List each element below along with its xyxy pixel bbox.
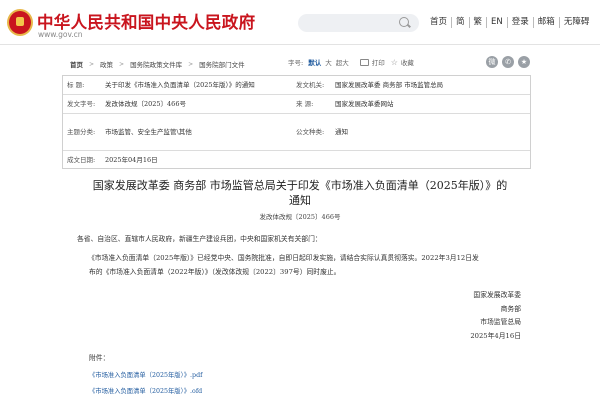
nav-home[interactable]: 首页 [426,17,453,28]
attachment-ofd-link[interactable]: 《市场准入负面清单（2025年版）》.ofd [89,386,202,395]
info-row: 成文日期: 2025年04月16日 [63,151,530,170]
national-emblem-logo[interactable] [7,9,33,36]
info-value: 关于印发《市场准入负面清单（2025年版）》的通知 [105,81,255,89]
info-value: 发改体改规〔2025〕466号 [105,99,186,108]
addressee: 各省、自治区、直辖市人民政府，新疆生产建设兵团，中央和国家机关有关部门： [77,235,322,243]
font-size-label: 字号: [288,59,304,67]
signer: 商务部 [500,304,521,313]
document-number: 发改体改规〔2025〕466号 [259,213,341,221]
document-info-table: 标 题: 关于印发《市场准入负面清单（2025年版）》的通知 发文机关: 国家发… [62,75,531,169]
site-url: www.gov.cn [38,30,83,39]
nav-english[interactable]: EN [487,17,508,28]
favorite-button[interactable]: 收藏 [401,57,414,67]
info-key: 主题分类: [67,127,96,136]
info-row: 主题分类: 市场监管、安全生产监管\其他 公文种类: 通知 [63,114,530,152]
print-icon[interactable] [359,58,369,66]
info-value: 国家发展改革委 商务部 市场监管总局 [335,81,444,89]
top-nav: 首页 简 繁 EN 登录 邮箱 无障碍 [426,17,593,28]
info-key: 发文字号: [67,99,96,108]
article-title: 国家发展改革委 商务部 市场监管总局关于印发《市场准入负面清单（2025年版）》… [60,178,540,208]
body-line: 《市场准入负面清单（2025年版）》已经党中央、国务院批准，自即日起印发实施，请… [88,254,479,262]
nav-accessibility[interactable]: 无障碍 [560,17,594,28]
page-tools: 字号: 默认 大 超大 打印 ☆ 收藏 [288,57,414,68]
info-key: 标 题: [67,81,85,89]
info-key: 来 源: [296,99,314,108]
breadcrumb-policy-library[interactable]: 国务院政策文件库 [130,59,182,69]
breadcrumb: 首页 > 政策 > 国务院政策文件库 > 国务院部门文件 [70,59,245,70]
info-value: 国家发展改革委网站 [335,99,394,108]
breadcrumb-home[interactable]: 首页 [70,59,83,69]
nav-mailbox[interactable]: 邮箱 [534,17,560,28]
signer: 国家发展改革委 [473,291,521,299]
nav-simplified[interactable]: 简 [452,17,470,28]
search-icon[interactable] [399,17,409,27]
info-value: 通知 [335,127,348,136]
weibo-icon[interactable]: 微 [486,56,498,68]
signature-block: 国家发展改革委 商务部 市场监管总局 2025年4月16日 [420,289,521,343]
font-size-xlarge[interactable]: 超大 [336,57,349,67]
nav-login[interactable]: 登录 [508,17,534,28]
breadcrumb-separator-icon: > [119,60,125,68]
breadcrumb-separator-icon: > [89,60,95,68]
signature-date: 2025年4月16日 [470,331,521,340]
breadcrumb-department-docs[interactable]: 国务院部门文件 [199,59,245,69]
nav-traditional[interactable]: 繁 [470,17,488,28]
signer: 市场监管总局 [480,318,521,326]
font-size-default[interactable]: 默认 [308,57,321,67]
wechat-icon[interactable]: ✆ [502,56,514,68]
breadcrumb-policy[interactable]: 政策 [100,59,113,69]
article-body: 《市场准入负面清单（2025年版）》已经党中央、国务院批准，自即日起印发实施，请… [88,251,514,279]
print-button[interactable]: 打印 [372,57,385,67]
share-icons: 微 ✆ ★ [486,56,534,68]
star-icon[interactable]: ☆ [391,58,398,67]
attachment-pdf-link[interactable]: 《市场准入负面清单（2025年版）》.pdf [89,370,202,379]
info-key: 公文种类: [296,127,325,136]
info-key: 发文机关: [296,81,325,89]
font-size-large[interactable]: 大 [325,57,332,67]
info-value: 市场监管、安全生产监管\其他 [105,127,192,136]
breadcrumb-separator-icon: > [188,60,194,68]
info-row: 发文字号: 发改体改规〔2025〕466号 来 源: 国家发展改革委网站 [63,95,530,114]
article-title-line: 通知 [289,194,311,207]
qzone-icon[interactable]: ★ [518,56,530,68]
header-divider [0,44,600,45]
attachments-label: 附件： [89,354,110,362]
article-title-line: 国家发展改革委 商务部 市场监管总局关于印发《市场准入负面清单（2025年版）》… [92,179,508,192]
info-value: 2025年04月16日 [105,156,158,165]
body-line: 布的《市场准入负面清单（2022年版）》（发改体改规〔2022〕397号）同时废… [89,268,341,276]
info-key: 成文日期: [67,156,96,165]
info-row: 标 题: 关于印发《市场准入负面清单（2025年版）》的通知 发文机关: 国家发… [63,76,530,95]
